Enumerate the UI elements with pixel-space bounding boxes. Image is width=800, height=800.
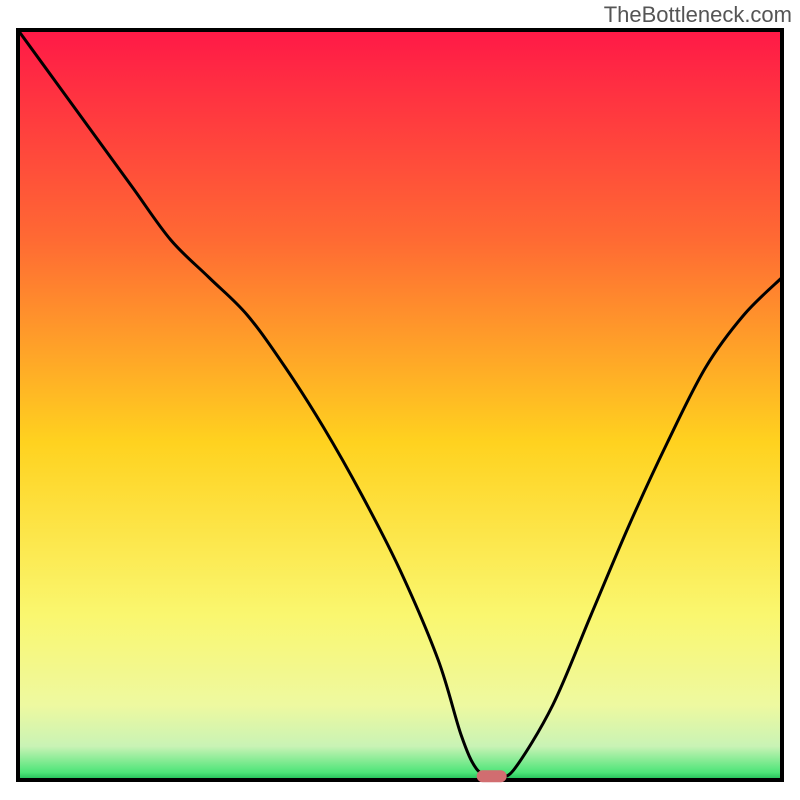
bottleneck-chart (0, 0, 800, 800)
watermark-text: TheBottleneck.com (604, 2, 792, 28)
chart-container: TheBottleneck.com (0, 0, 800, 800)
gradient-background (18, 30, 782, 780)
optimum-marker (477, 770, 507, 782)
